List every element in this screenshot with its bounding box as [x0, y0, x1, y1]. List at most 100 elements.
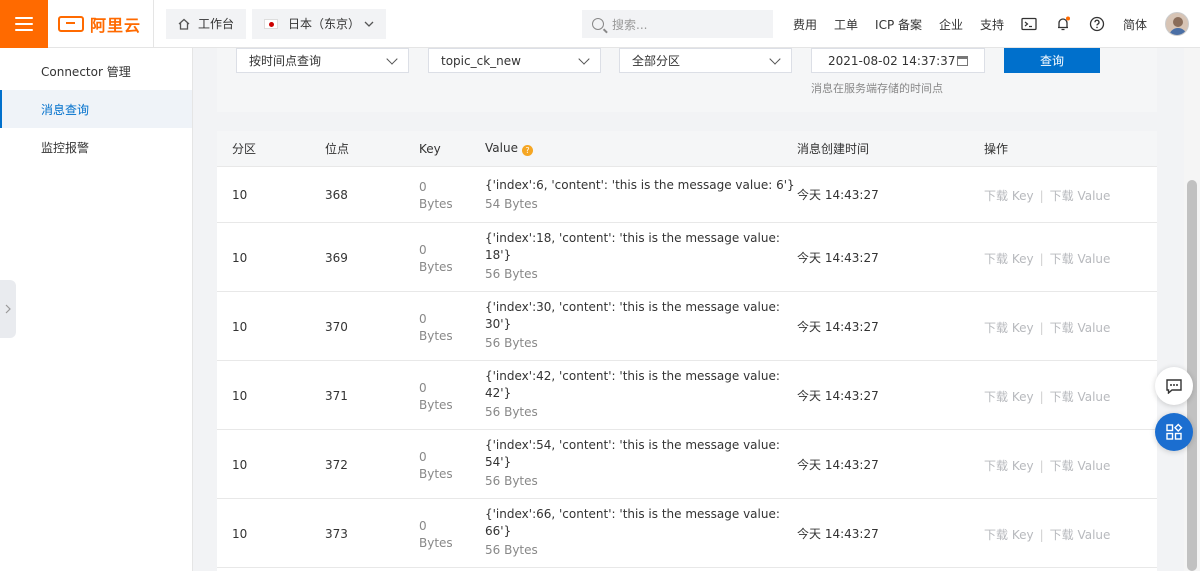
sidebar: Connector 管理 消息查询 监控报警: [0, 48, 193, 571]
table-header: 分区 位点 Key Value? 消息创建时间 操作: [217, 131, 1157, 167]
cell-value: {'index':42, 'content': 'this is the mes…: [485, 368, 780, 421]
region-selector[interactable]: 日本（东京）: [252, 8, 387, 39]
nav-link-billing[interactable]: 费用: [793, 16, 817, 33]
action-separator: |: [1039, 389, 1044, 404]
key-size-number: 0: [419, 518, 427, 533]
datetime-value: 2021-08-02 14:37:37: [828, 53, 956, 68]
sidebar-collapse-toggle[interactable]: [0, 280, 16, 338]
cell-key-size: 0 Bytes: [419, 311, 453, 345]
query-mode-select[interactable]: 按时间点查询: [236, 48, 409, 73]
download-value-link[interactable]: 下载 Value: [1050, 528, 1111, 542]
nav-link-tickets[interactable]: 工单: [834, 16, 858, 33]
table-row: 10 371 0 Bytes {'index':42, 'content': 'this…: [217, 361, 1157, 430]
download-key-link[interactable]: 下载 Key: [984, 321, 1034, 335]
download-key-link[interactable]: 下载 Key: [984, 252, 1034, 266]
user-avatar[interactable]: [1165, 12, 1189, 36]
topic-value: topic_ck_new: [441, 53, 521, 68]
query-button[interactable]: 查询: [1004, 48, 1100, 73]
key-size-unit: Bytes: [419, 466, 453, 481]
top-right-nav: 费用 工单 ICP 备案 企业 支持 简体: [793, 0, 1164, 48]
sidebar-item-connector[interactable]: Connector 管理: [0, 52, 192, 90]
value-text: {'index':30, 'content': 'this is the mes…: [485, 300, 780, 314]
value-size: 56 Bytes: [485, 405, 538, 419]
table-row: 10 370 0 Bytes {'index':30, 'content': 'this…: [217, 292, 1157, 361]
download-key-link[interactable]: 下载 Key: [984, 528, 1034, 542]
header-partition: 分区: [232, 142, 257, 156]
download-value-link[interactable]: 下载 Value: [1050, 189, 1111, 203]
table-row: 10 368 0 Bytes {'index':6, 'content': 'this …: [217, 167, 1157, 223]
cell-value: {'index':18, 'content': 'this is the mes…: [485, 230, 780, 283]
cell-partition: 10: [232, 188, 248, 202]
logo-mark-icon: [58, 15, 84, 32]
cell-offset: 370: [325, 319, 348, 334]
language-switch[interactable]: 简体: [1123, 16, 1147, 33]
value-size: 56 Bytes: [485, 336, 538, 350]
download-value-link[interactable]: 下载 Value: [1050, 252, 1111, 266]
value-size: 56 Bytes: [485, 267, 538, 281]
value-text-continued: 54'}: [485, 455, 512, 469]
cell-offset: 368: [325, 188, 348, 202]
download-key-link[interactable]: 下载 Key: [984, 459, 1034, 473]
page-scrollbar[interactable]: [1184, 48, 1200, 571]
help-circle-icon[interactable]: [1089, 16, 1105, 32]
chat-button[interactable]: [1155, 367, 1193, 405]
header-created-time: 消息创建时间: [797, 142, 870, 156]
key-size-unit: Bytes: [419, 259, 453, 274]
cell-key-size: 0 Bytes: [419, 380, 453, 414]
value-text-continued: 66'}: [485, 524, 512, 538]
cell-partition: 10: [232, 457, 248, 472]
value-text: {'index':42, 'content': 'this is the mes…: [485, 369, 780, 383]
home-icon: [178, 18, 190, 30]
workbench-label: 工作台: [198, 17, 235, 31]
value-text: {'index':18, 'content': 'this is the mes…: [485, 231, 780, 245]
nav-link-icp[interactable]: ICP 备案: [875, 16, 922, 33]
cell-created-time: 今天 14:43:27: [797, 526, 879, 541]
terminal-icon[interactable]: [1021, 16, 1037, 32]
cell-partition: 10: [232, 319, 248, 334]
help-icon[interactable]: ?: [521, 145, 533, 156]
calendar-icon: [957, 55, 968, 66]
sidebar-item-message-query[interactable]: 消息查询: [0, 90, 192, 128]
apps-button[interactable]: [1155, 413, 1193, 451]
cell-value: {'index':30, 'content': 'this is the mes…: [485, 299, 780, 352]
key-size-unit: Bytes: [419, 328, 453, 343]
header-actions: 操作: [984, 142, 1009, 156]
key-size-unit: Bytes: [419, 397, 453, 412]
topic-select[interactable]: topic_ck_new: [428, 48, 601, 73]
cell-actions: 下载 Key | 下载 Value: [984, 187, 1110, 204]
download-key-link[interactable]: 下载 Key: [984, 390, 1034, 404]
bell-icon[interactable]: [1055, 16, 1071, 32]
download-key-link[interactable]: 下载 Key: [984, 189, 1034, 203]
chevron-down-icon: [386, 52, 398, 65]
cell-actions: 下载 Key | 下载 Value: [984, 526, 1110, 543]
header-key: Key: [419, 141, 441, 156]
chat-icon: [1166, 379, 1182, 394]
nav-link-enterprise[interactable]: 企业: [939, 16, 963, 33]
sidebar-item-monitoring[interactable]: 监控报警: [0, 128, 192, 166]
cell-value: {'index':54, 'content': 'this is the mes…: [485, 437, 780, 490]
brand-logo[interactable]: 阿里云: [58, 0, 155, 48]
partition-select[interactable]: 全部分区: [619, 48, 792, 73]
action-separator: |: [1039, 189, 1044, 203]
cell-offset: 369: [325, 250, 348, 265]
message-table: 分区 位点 Key Value? 消息创建时间 操作 10 368 0 Bytes {'…: [217, 131, 1157, 571]
japan-flag-icon: [264, 18, 279, 29]
action-separator: |: [1039, 320, 1044, 335]
cell-actions: 下载 Key | 下载 Value: [984, 388, 1110, 405]
value-text-continued: 18'}: [485, 248, 512, 262]
download-value-link[interactable]: 下载 Value: [1050, 459, 1111, 473]
cell-created-time: 今天 14:43:27: [797, 388, 879, 403]
nav-link-support[interactable]: 支持: [980, 16, 1004, 33]
header-value: Value?: [485, 141, 533, 156]
cell-partition: 10: [232, 388, 248, 403]
search-input[interactable]: 搜索...: [582, 10, 773, 38]
cell-offset: 371: [325, 388, 348, 403]
datetime-picker[interactable]: 2021-08-02 14:37:37: [811, 48, 985, 73]
download-value-link[interactable]: 下载 Value: [1050, 321, 1111, 335]
cell-offset: 373: [325, 526, 348, 541]
cell-key-size: 0 Bytes: [419, 242, 453, 276]
action-separator: |: [1039, 458, 1044, 473]
workbench-button[interactable]: 工作台: [166, 8, 247, 39]
menu-icon[interactable]: [0, 0, 48, 48]
download-value-link[interactable]: 下载 Value: [1050, 390, 1111, 404]
